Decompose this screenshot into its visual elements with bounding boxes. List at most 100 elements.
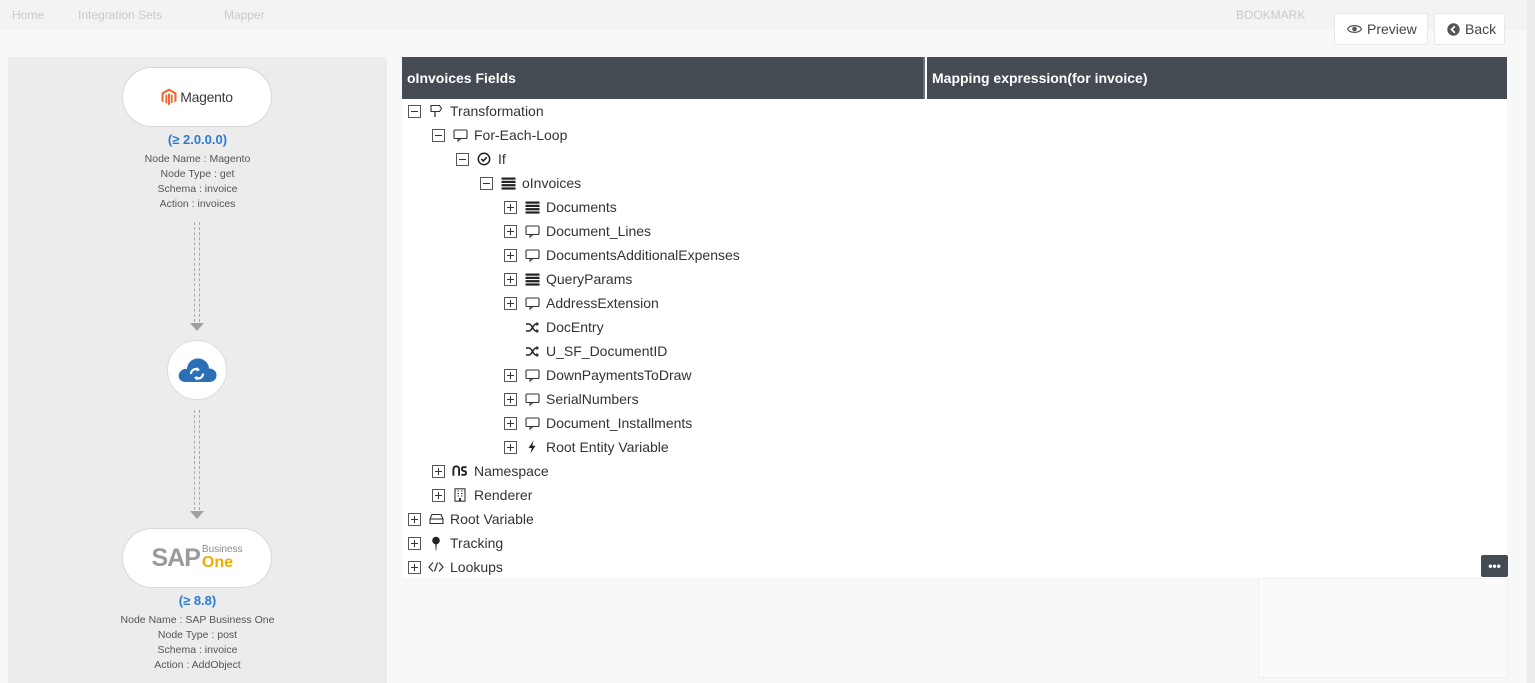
tree-node[interactable]: DownPaymentsToDraw xyxy=(504,363,692,387)
tree-node-label: DownPaymentsToDraw xyxy=(546,367,692,383)
cloud-sync-icon xyxy=(178,358,217,382)
more-options-button[interactable]: ••• xyxy=(1481,555,1508,577)
target-version: (≥ 8.8) xyxy=(178,593,217,608)
target-node-name: Node Name : SAP Business One xyxy=(120,614,275,626)
list-icon xyxy=(524,271,540,287)
tree-node[interactable]: Transformation xyxy=(408,99,544,123)
flow-arrow-down-icon xyxy=(190,511,204,519)
back-button[interactable]: Back xyxy=(1434,13,1505,45)
tree-node[interactable]: AddressExtension xyxy=(504,291,659,315)
tree-node[interactable]: oInvoices xyxy=(480,171,581,195)
tree-node-label: Renderer xyxy=(474,487,533,503)
tree-node[interactable]: Lookups xyxy=(408,555,503,579)
tree-node-label: Root Variable xyxy=(450,511,534,527)
expand-toggle[interactable] xyxy=(504,392,517,406)
loop-icon xyxy=(452,127,468,143)
flow-connector xyxy=(194,222,200,322)
bolt-icon xyxy=(524,439,540,455)
tree-node-label: Lookups xyxy=(450,559,503,575)
tree-node-label: DocumentsAdditionalExpenses xyxy=(546,247,740,263)
tree-node-label: Document_Lines xyxy=(546,223,652,239)
expand-toggle[interactable] xyxy=(504,368,517,382)
expand-toggle[interactable] xyxy=(432,464,445,478)
target-node-sap[interactable]: SAP Business One xyxy=(122,528,272,588)
expand-toggle[interactable] xyxy=(504,416,517,430)
source-action: Action : invoices xyxy=(159,198,236,210)
tree-node[interactable]: Document_Lines xyxy=(504,219,651,243)
tree-node[interactable]: If xyxy=(456,147,506,171)
target-action: Action : AddObject xyxy=(154,659,241,671)
collapse-toggle[interactable] xyxy=(480,176,493,190)
sap-logo-one: One xyxy=(201,554,234,571)
mapping-panel: oInvoices Fields Mapping expression(for … xyxy=(402,57,1507,578)
tree-node[interactable]: SerialNumbers xyxy=(504,387,639,411)
tree-node[interactable]: DocEntry xyxy=(504,315,604,339)
expand-toggle[interactable] xyxy=(408,560,421,574)
tree-node[interactable]: For-Each-Loop xyxy=(432,123,567,147)
flow-connector xyxy=(194,410,200,510)
tree-node-label: AddressExtension xyxy=(546,295,659,311)
magento-icon xyxy=(161,88,177,106)
integration-flow-panel: Magento (≥ 2.0.0.0) Node Name : Magento … xyxy=(8,57,387,683)
sap-business-one-logo: SAP Business One xyxy=(152,545,243,571)
tree-node[interactable]: Renderer xyxy=(432,483,532,507)
code-icon xyxy=(428,559,444,575)
shuffle-icon xyxy=(524,319,540,335)
loop-icon xyxy=(524,415,540,431)
tree-node[interactable]: Documents xyxy=(504,195,617,219)
collapse-toggle[interactable] xyxy=(432,128,445,142)
expand-toggle[interactable] xyxy=(504,296,517,310)
expand-toggle[interactable] xyxy=(504,272,517,286)
breadcrumb-item: Home xyxy=(12,8,45,22)
source-node-name: Node Name : Magento xyxy=(144,153,251,165)
page-scrollbar[interactable] xyxy=(1527,0,1535,683)
tree-node-label: Root Entity Variable xyxy=(546,439,669,455)
magento-logo: Magento xyxy=(161,88,233,106)
source-node-magento[interactable]: Magento xyxy=(122,67,272,127)
source-node-type: Node Type : get xyxy=(160,168,235,180)
check-circle-icon xyxy=(476,151,492,167)
tree-node[interactable]: Tracking xyxy=(408,531,503,555)
loop-icon xyxy=(524,367,540,383)
tree-node[interactable]: Root Entity Variable xyxy=(504,435,669,459)
bookmark-label: BOOKMARK xyxy=(1236,8,1306,22)
tree-node-label: Document_Installments xyxy=(546,415,693,431)
loop-icon xyxy=(524,295,540,311)
tree-node[interactable]: QueryParams xyxy=(504,267,632,291)
tree-node[interactable]: Document_Installments xyxy=(504,411,692,435)
tree-node[interactable]: DocumentsAdditionalExpenses xyxy=(504,243,740,267)
eye-icon xyxy=(1347,24,1362,34)
collapse-toggle[interactable] xyxy=(408,104,421,118)
list-icon xyxy=(500,175,516,191)
expand-toggle[interactable] xyxy=(408,512,421,526)
background-preview-pane xyxy=(1258,578,1508,678)
expand-toggle[interactable] xyxy=(504,248,517,262)
magento-logo-text: Magento xyxy=(180,89,233,105)
tree-node-label: For-Each-Loop xyxy=(474,127,568,143)
mapping-column-header[interactable]: Mapping expression(for invoice) xyxy=(927,57,1507,99)
tree-node[interactable]: Namespace xyxy=(432,459,549,483)
cloud-sync-node[interactable] xyxy=(167,340,227,400)
loop-icon xyxy=(524,223,540,239)
expand-toggle[interactable] xyxy=(504,440,517,454)
tree-node[interactable]: Root Variable xyxy=(408,507,534,531)
loop-icon xyxy=(524,247,540,263)
expand-toggle[interactable] xyxy=(432,488,445,502)
tree-node-label: Transformation xyxy=(450,103,544,119)
expand-toggle[interactable] xyxy=(504,224,517,238)
drive-icon xyxy=(428,511,444,527)
target-node-type: Node Type : post xyxy=(157,629,238,641)
tree-node[interactable]: U_SF_DocumentID xyxy=(504,339,667,363)
source-schema: Schema : invoice xyxy=(157,183,238,195)
target-schema: Schema : invoice xyxy=(157,644,238,656)
preview-button[interactable]: Preview xyxy=(1334,13,1428,45)
tree-node-label: Namespace xyxy=(474,463,549,479)
source-version: (≥ 2.0.0.0) xyxy=(167,132,228,147)
collapse-toggle[interactable] xyxy=(456,152,469,166)
expand-toggle[interactable] xyxy=(504,200,517,214)
expand-toggle[interactable] xyxy=(408,536,421,550)
tree-node-label: Tracking xyxy=(450,535,504,551)
fields-column-header[interactable]: oInvoices Fields xyxy=(402,57,925,99)
loop-icon xyxy=(524,391,540,407)
tree-node-label: QueryParams xyxy=(546,271,633,287)
